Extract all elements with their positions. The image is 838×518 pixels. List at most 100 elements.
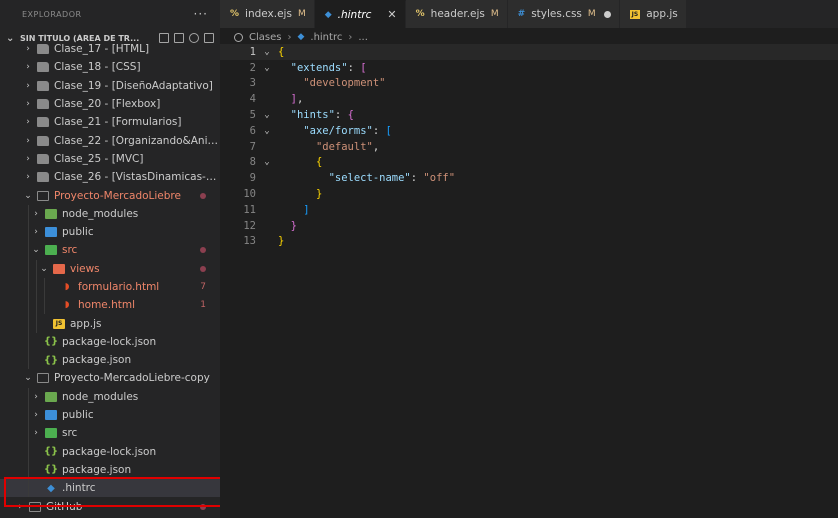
code-token: , [372, 140, 380, 153]
tree-item[interactable]: JS app.js [0, 314, 220, 333]
breadcrumb-file[interactable]: .hintrc [310, 32, 342, 43]
tree-item[interactable]: › src [0, 424, 220, 443]
editor-tab[interactable]: % header.ejs M [405, 0, 508, 28]
line-number: 9 [249, 172, 256, 185]
chevron-right-icon: › [34, 227, 38, 238]
tree-item-label: node_modules [62, 207, 139, 220]
fold-chevron-icon[interactable]: ⌄ [260, 157, 274, 167]
tree-item[interactable]: {} package-lock.json [0, 332, 220, 352]
modified-dot-icon [200, 192, 206, 199]
fold-chevron-icon[interactable]: ⌄ [260, 47, 274, 57]
tree-item[interactable]: › Clase_21 - [Formularios] [0, 113, 220, 131]
html-file-icon: ◗ [64, 282, 70, 292]
tree-item[interactable]: › node_modules [0, 204, 220, 223]
fold-chevron-icon[interactable]: ⌄ [260, 63, 274, 73]
hint-file-icon: ◆ [324, 9, 332, 20]
tree-item-label: node_modules [62, 390, 139, 403]
tree-item[interactable]: ⌄ src [0, 241, 220, 260]
line-number: 10 [243, 188, 256, 201]
tree-item[interactable]: › Clase_20 - [Flexbox] [0, 95, 220, 113]
explorer-header: EXPLORADOR ··· [0, 0, 220, 28]
breadcrumb-root[interactable]: Clases [249, 32, 281, 43]
code-text: { [274, 156, 322, 168]
tree-item[interactable]: ⌄ views [0, 259, 220, 278]
indent-guide [28, 277, 29, 297]
code-text: "default", [274, 141, 379, 153]
line-number: 13 [243, 235, 256, 248]
tab-label: .hintrc [337, 8, 372, 21]
editor-tab[interactable]: % index.ejs M [220, 0, 315, 28]
tree-item[interactable]: ◗ home.html 1 [0, 296, 220, 315]
fold-chevron-icon[interactable]: ⌄ [260, 126, 274, 136]
editor-tab[interactable]: JS app.js [619, 0, 687, 28]
code-line: 10 } [220, 186, 838, 202]
tab-label: app.js [646, 8, 678, 20]
tree-item[interactable]: › Clase_18 - [CSS] [0, 58, 220, 76]
js-file-icon: JS [629, 9, 641, 19]
tree-item[interactable]: › Clase_17 - [HTML] [0, 40, 220, 58]
chevron-right-icon: › [26, 117, 30, 128]
node-modules-folder-icon [45, 391, 57, 402]
tree-item[interactable]: › Clase_26 - [VistasDinamicas-EJS] [0, 168, 220, 186]
tree-item-label: views [70, 262, 100, 275]
editor-tab[interactable]: # styles.css M [507, 0, 620, 28]
tree-item[interactable]: {} package.json [0, 351, 220, 370]
chevron-down-icon: ⌄ [24, 373, 32, 384]
fold-chevron-icon[interactable]: ⌄ [260, 110, 274, 120]
more-actions-icon[interactable]: ··· [194, 7, 208, 21]
tree-item[interactable]: ⌄ Proyecto-MercadoLiebre-copy [0, 369, 220, 387]
unsaved-dot-icon[interactable] [603, 10, 611, 18]
tree-item[interactable]: › node_modules [0, 387, 220, 406]
code-text: "select-name": "off" [274, 172, 455, 184]
line-number: 6 [249, 124, 256, 137]
chevron-right-icon: › [26, 153, 30, 164]
tree-item[interactable]: › public [0, 405, 220, 425]
code-line: 3 "development" [220, 76, 838, 92]
code-token: : [410, 172, 424, 185]
tree-item[interactable]: › Clase_22 - [Organizando&Anim... [0, 131, 220, 149]
tree-item-label: Clase_25 - [MVC] [54, 152, 144, 165]
public-folder-icon [45, 410, 57, 421]
folder-open-icon [37, 190, 49, 201]
indent-guide [28, 351, 29, 370]
tree-item[interactable]: › public [0, 222, 220, 242]
hint-file-icon: ◆ [297, 32, 305, 42]
file-tree: › Clase_17 - [HTML] › Clase_18 - [CSS] › Clas… [0, 40, 220, 516]
tree-item-label: Proyecto-MercadoLiebre [54, 189, 181, 202]
views-folder-icon [53, 263, 65, 274]
tree-item-label: Clase_20 - [Flexbox] [54, 98, 161, 111]
code-token: "hints" [290, 109, 335, 122]
src-folder-icon [45, 428, 57, 439]
code-token: : [334, 109, 348, 122]
line-number: 4 [249, 93, 256, 106]
code-text: "axe/forms": [ [274, 125, 392, 137]
tree-item[interactable]: › Clase_19 - [DiseñoAdaptativo] [0, 77, 220, 95]
tree-item-label: package-lock.json [62, 445, 157, 458]
tree-item[interactable]: {} package-lock.json [0, 442, 220, 461]
code-token: "development" [303, 77, 386, 90]
tree-item[interactable]: › Clase_25 - [MVC] [0, 150, 220, 168]
indent-guide [36, 314, 37, 333]
tree-item[interactable]: ⌄ Proyecto-MercadoLiebre [0, 186, 220, 204]
breadcrumb-more[interactable]: ... [358, 32, 368, 43]
line-number: 11 [243, 203, 256, 216]
tab-label: styles.css [531, 8, 582, 20]
tree-item[interactable]: ◗ formulario.html 7 [0, 277, 220, 297]
close-icon[interactable]: ✕ [387, 8, 396, 21]
folder-icon [37, 80, 49, 91]
code-token: : [347, 61, 361, 74]
line-number: 7 [249, 140, 256, 153]
code-line: 13} [220, 234, 838, 250]
line-number: 2 [249, 61, 256, 74]
code-token: } [290, 219, 297, 232]
chevron-down-icon: ⌄ [24, 190, 32, 201]
chevron-down-icon: ⌄ [40, 263, 48, 274]
editor-tab[interactable]: ◆ .hintrc ✕ [314, 0, 406, 28]
code-text: } [274, 235, 284, 247]
folder-icon [37, 153, 49, 164]
code-editor[interactable]: 1 ⌄{2 ⌄ "extends": [3 "development" 4 ], 5 ⌄ … [220, 44, 838, 249]
